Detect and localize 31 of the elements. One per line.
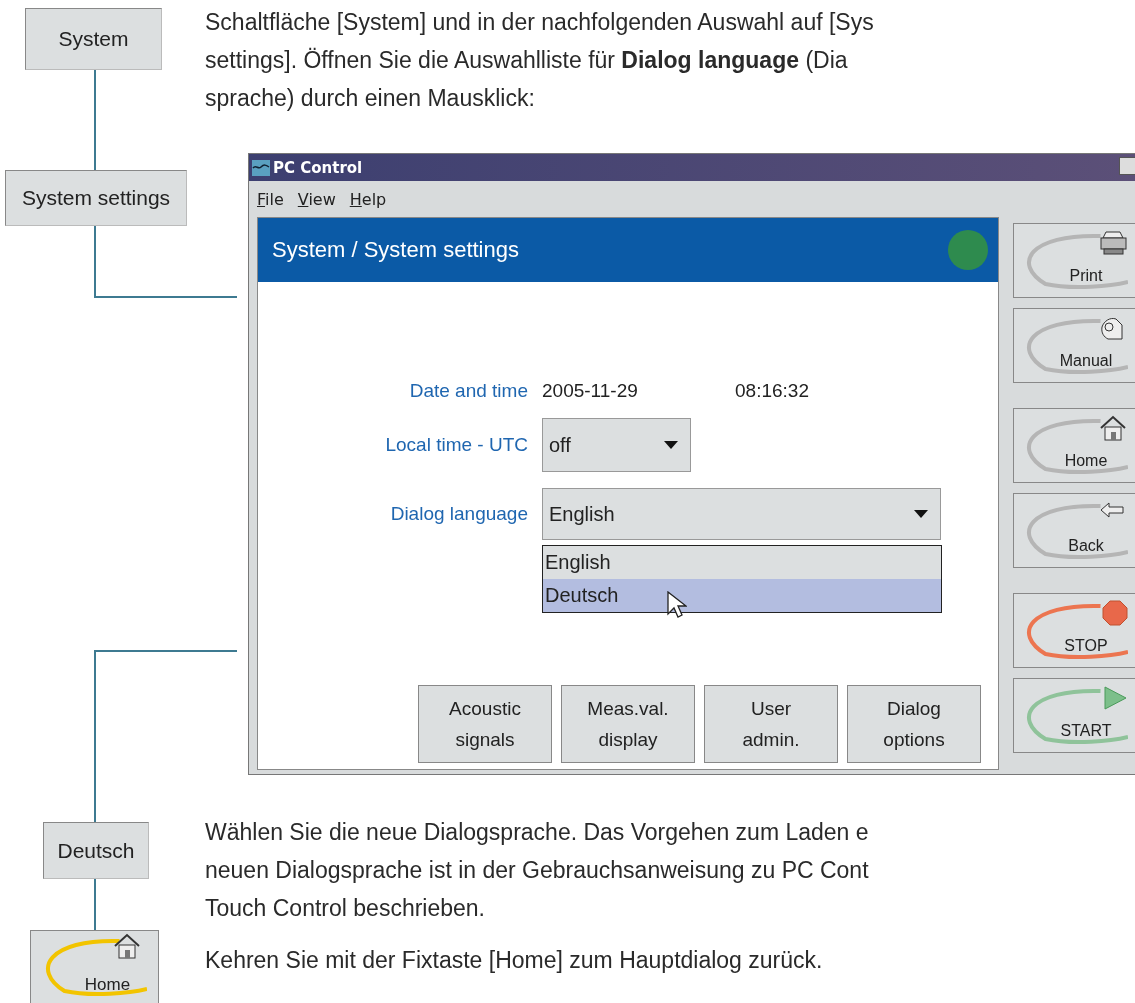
window-title: PC Control bbox=[273, 158, 363, 177]
start-button[interactable]: START bbox=[1013, 678, 1135, 753]
field-label: Date and time bbox=[408, 380, 528, 402]
print-button[interactable]: Print bbox=[1013, 223, 1135, 298]
dropdown-option[interactable]: Deutsch bbox=[543, 579, 941, 612]
back-button[interactable]: Back bbox=[1013, 493, 1135, 568]
instruction-text: Schaltfläche [System] und in der nachfolgenden Auswahl auf [Sys settings]. Öffnen Sie die Auswahlliste für Dialog language (Dia sprache) durch einen Mausklick: bbox=[205, 8, 875, 113]
manual-button[interactable]: Manual bbox=[1013, 308, 1135, 383]
header-title: System / System settings bbox=[272, 237, 519, 263]
menu-item[interactable]: Help bbox=[349, 189, 387, 209]
field-value: 08:16:32 bbox=[735, 380, 809, 402]
field-value: 2005-11-29 bbox=[542, 380, 639, 402]
key-label: Deutsch bbox=[43, 822, 149, 879]
option-button[interactable]: User admin. bbox=[704, 685, 838, 763]
dropdown[interactable]: off bbox=[542, 418, 691, 472]
stop-button[interactable]: STOP bbox=[1013, 593, 1135, 668]
dropdown-option[interactable]: English bbox=[543, 546, 941, 579]
option-button[interactable]: Meas.val. display bbox=[561, 685, 695, 763]
dropdown[interactable]: English bbox=[542, 488, 941, 540]
instruction-text: Kehren Sie mit der Fixtaste [Home] zum Hauptdialog zurück. bbox=[205, 946, 824, 975]
instruction-text: Wählen Sie die neue Dialogsprache. Das Vorgehen zum Laden e neuen Dialogsprache ist in der Gebrauchsanweisung zu PC Cont Touch Control beschrieben. bbox=[205, 818, 870, 923]
key-label: System settings bbox=[5, 170, 187, 226]
option-button[interactable]: Acoustic signals bbox=[418, 685, 552, 763]
key-label: System bbox=[25, 8, 162, 70]
field-label: Local time - UTC bbox=[384, 434, 528, 456]
option-button[interactable]: Dialog options bbox=[847, 685, 981, 763]
menu-item[interactable]: View bbox=[297, 189, 336, 209]
menu-item[interactable]: File bbox=[257, 189, 284, 209]
home-button[interactable]: Home bbox=[1013, 408, 1135, 483]
field-label: Dialog language bbox=[389, 503, 528, 525]
home-key: Home bbox=[30, 930, 159, 1003]
